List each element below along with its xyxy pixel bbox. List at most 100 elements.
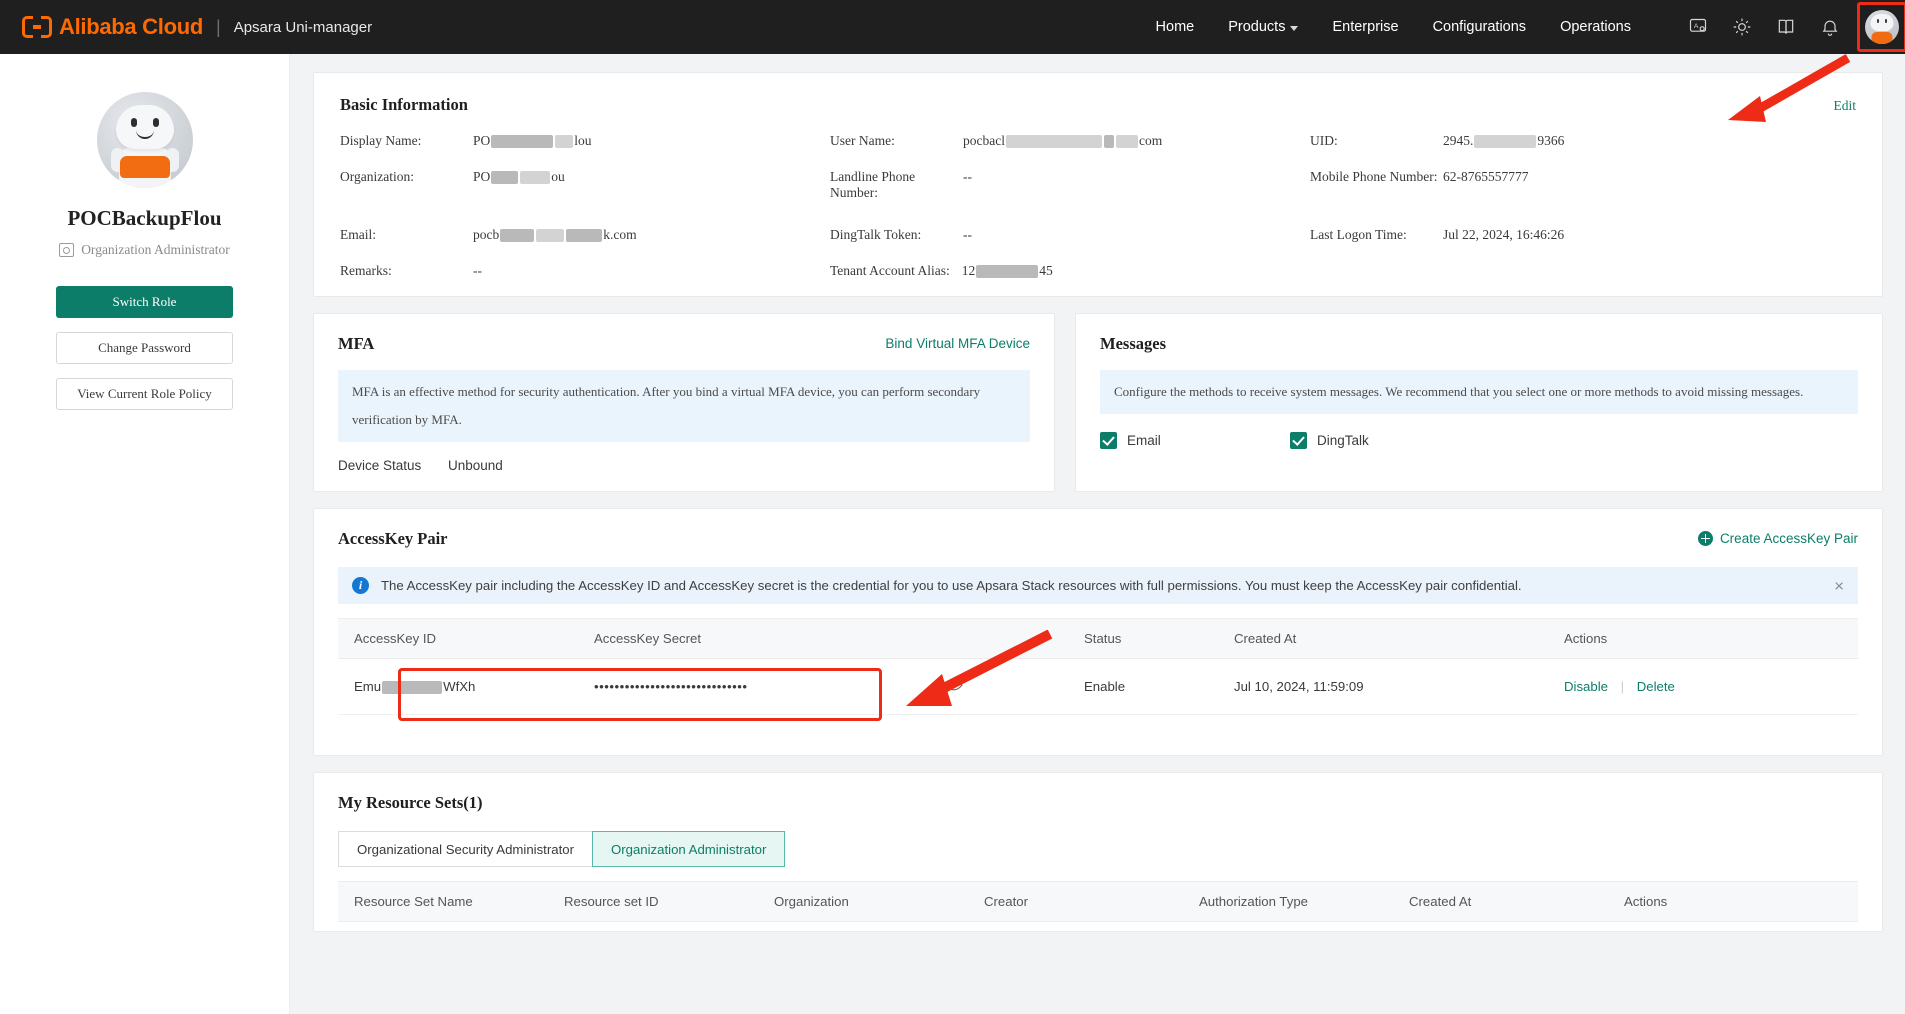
cell-toggle-visibility[interactable] — [928, 658, 1068, 715]
info-label: User Name: — [830, 133, 895, 148]
tab-organizational-security-administrator[interactable]: Organizational Security Administrator — [338, 831, 593, 867]
info-row-remarks: Remarks: -- — [340, 263, 830, 299]
language-icon[interactable]: A — [1687, 16, 1709, 38]
top-navigation-bar: Alibaba Cloud | Apsara Uni-manager Home … — [0, 0, 1905, 54]
checkbox-checked-icon — [1100, 432, 1117, 449]
checkbox-dingtalk[interactable]: DingTalk — [1290, 432, 1369, 449]
svg-text:A: A — [1694, 23, 1699, 30]
alibaba-cloud-logo[interactable]: Alibaba Cloud — [22, 14, 203, 40]
profile-role: Organization Administrator — [0, 242, 289, 258]
column-created-at: Created At — [1393, 881, 1608, 922]
nav-item-configurations-label: Configurations — [1432, 19, 1527, 35]
nav-item-home-label: Home — [1155, 19, 1195, 35]
nav-item-enterprise-label: Enterprise — [1332, 19, 1399, 35]
mfa-notice: MFA is an effective method for security … — [338, 370, 1030, 442]
brand-area: Alibaba Cloud | Apsara Uni-manager — [0, 14, 372, 40]
checkbox-checked-icon — [1290, 432, 1307, 449]
column-accesskey-id: AccessKey ID — [338, 618, 578, 659]
docs-book-icon[interactable] — [1775, 16, 1797, 38]
info-label: Email: — [340, 227, 376, 242]
accesskey-banner-text: The AccessKey pair including the AccessK… — [381, 578, 1522, 593]
nav-item-enterprise[interactable]: Enterprise — [1332, 19, 1398, 35]
message-methods: Email DingTalk — [1100, 432, 1858, 449]
accesskey-info-banner: i The AccessKey pair including the Acces… — [338, 567, 1858, 604]
cell-status: Enable — [1068, 658, 1218, 715]
cell-resource-set-name: Resourco Flou) — [338, 921, 548, 931]
column-resource-set-name: Resource Set Name — [338, 881, 548, 922]
table-header-row: AccessKey ID AccessKey Secret Status Cre… — [338, 618, 1858, 659]
info-row-last-logon-time: Last Logon Time: Jul 22, 2024, 16:46:26 — [1310, 227, 1856, 263]
table-row: Resourco Flou) rs-102L6fc000y P(ou cre_u… — [338, 921, 1858, 931]
nav-icon-group: A — [1687, 16, 1841, 38]
cell-organization: P(ou — [758, 921, 968, 931]
switch-role-button[interactable]: Switch Role — [56, 286, 233, 318]
table-row: Emu WfXh •••••••••••••••••••••••••••••• E… — [338, 658, 1858, 715]
checkbox-email[interactable]: Email — [1100, 432, 1290, 449]
notification-bell-icon[interactable] — [1819, 16, 1841, 38]
info-value: Jul 22, 2024, 16:46:26 — [1443, 227, 1565, 242]
mfa-device-status-row: Device Status Unbound — [338, 458, 1030, 473]
edit-button[interactable]: Edit — [1834, 98, 1857, 114]
checkbox-dingtalk-label: DingTalk — [1317, 433, 1369, 448]
mfa-messages-row: MFA Bind Virtual MFA Device MFA is an ef… — [313, 313, 1883, 492]
disable-accesskey-link[interactable]: Disable — [1564, 679, 1608, 694]
tab-organization-administrator[interactable]: Organization Administrator — [591, 831, 786, 867]
resource-sets-tabs: Organizational Security Administrator Or… — [338, 831, 1858, 867]
change-password-button[interactable]: Change Password — [56, 332, 233, 364]
bind-virtual-mfa-device-link[interactable]: Bind Virtual MFA Device — [885, 336, 1030, 351]
column-accesskey-secret: AccessKey Secret — [578, 618, 928, 659]
info-row-tenant-account-alias: Tenant Account Alias: 12 45 — [830, 263, 1310, 299]
brand-name: Alibaba Cloud — [59, 14, 203, 39]
nav-item-products[interactable]: Products — [1228, 19, 1299, 35]
cell-authorization-type: User — [1183, 921, 1393, 931]
info-label: Mobile Phone Number: — [1310, 169, 1438, 184]
nav-item-configurations[interactable]: Configurations — [1433, 19, 1527, 35]
nav-item-operations[interactable]: Operations — [1560, 19, 1631, 35]
profile-avatar — [96, 92, 193, 188]
cell-accesskey-id: Emu WfXh — [338, 658, 578, 715]
profile-role-label: Organization Administrator — [81, 242, 230, 257]
info-label: Tenant Account Alias: — [830, 263, 950, 278]
messages-title: Messages — [1100, 334, 1166, 353]
create-accesskey-pair-button[interactable]: Create AccessKey Pair — [1697, 531, 1858, 546]
column-created-at: Created At — [1218, 618, 1548, 659]
column-authorization-type: Authorization Type — [1183, 881, 1393, 922]
plus-circle-icon — [1697, 531, 1713, 546]
accesskey-table: AccessKey ID AccessKey Secret Status Cre… — [338, 618, 1858, 715]
basic-information-card: Basic Information Edit Display Name: PO l… — [313, 72, 1883, 297]
info-value: -- — [473, 263, 482, 278]
column-organization: Organization — [758, 881, 968, 922]
resource-sets-table: Resource Set Name Resource set ID Organi… — [338, 881, 1858, 931]
messages-notice: Configure the methods to receive system … — [1100, 370, 1858, 414]
create-accesskey-pair-label: Create AccessKey Pair — [1719, 531, 1858, 546]
info-value: pocbacl com — [963, 133, 1163, 148]
nav-links: Home Products Enterprise Configurations … — [1156, 19, 1631, 35]
alibaba-cloud-logo-icon — [22, 16, 52, 38]
cell-actions: Disable | Delete — [1548, 658, 1858, 715]
accesskey-pair-card: AccessKey Pair Create AccessKey Pair i T… — [313, 508, 1883, 756]
info-row-email: Email: pocb k.com — [340, 227, 830, 263]
close-icon[interactable]: × — [1834, 577, 1844, 594]
column-visibility — [928, 618, 1068, 659]
view-current-role-policy-button[interactable]: View Current Role Policy — [56, 378, 233, 410]
delete-accesskey-link[interactable]: Delete — [1637, 679, 1675, 694]
column-status: Status — [1068, 618, 1218, 659]
info-value: 2945. 9366 — [1443, 133, 1565, 148]
table-header-row: Resource Set Name Resource set ID Organi… — [338, 881, 1858, 922]
resource-sets-card: My Resource Sets(1) Organizational Secur… — [313, 772, 1883, 932]
user-avatar-button[interactable] — [1857, 2, 1905, 52]
info-value: -- — [963, 169, 972, 184]
info-label: DingTalk Token: — [830, 227, 922, 242]
eye-slash-icon[interactable] — [944, 677, 964, 693]
brightness-icon[interactable] — [1731, 16, 1753, 38]
column-resource-set-id: Resource set ID — [548, 881, 758, 922]
info-value: PO lou — [473, 133, 592, 148]
info-row-display-name: Display Name: PO lou — [340, 133, 830, 169]
nav-item-home[interactable]: Home — [1156, 19, 1195, 35]
mfa-device-status-label: Device Status — [338, 458, 422, 473]
cell-created-at: Jul 10, 2024, 11:59:09 — [1218, 658, 1548, 715]
info-label: Organization: — [340, 169, 414, 184]
product-name: Apsara Uni-manager — [233, 18, 373, 36]
info-label: Remarks: — [340, 263, 392, 278]
accesskey-pair-title: AccessKey Pair — [338, 529, 448, 548]
